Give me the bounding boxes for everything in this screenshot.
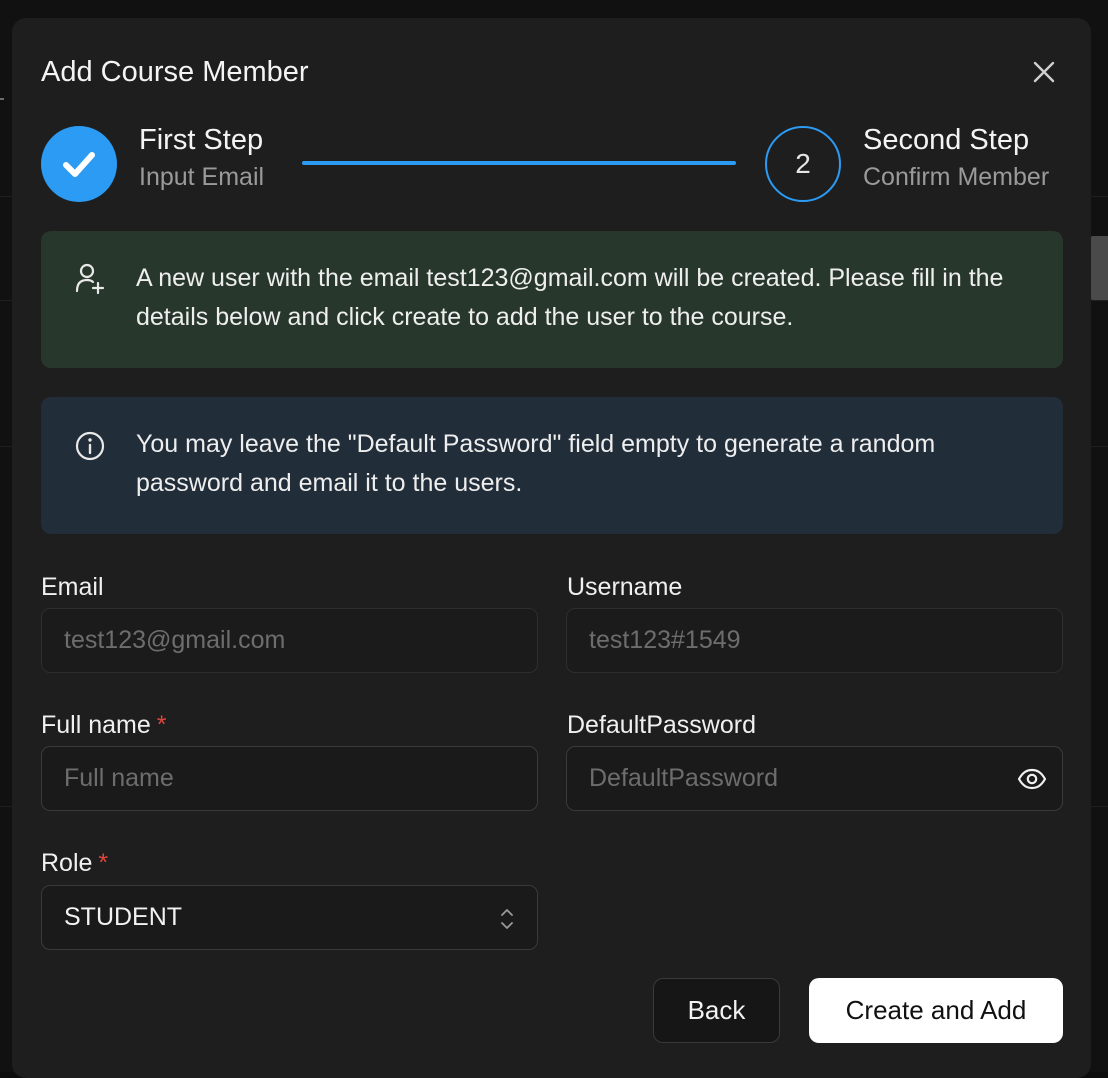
user-plus-icon: [73, 262, 107, 296]
step-number: 2: [795, 148, 811, 179]
default-password-field[interactable]: [566, 746, 1063, 811]
role-label-text: Role: [41, 849, 93, 877]
step-title: Second Step: [863, 124, 1030, 156]
step-active-indicator: 2: [765, 126, 841, 202]
required-mark: *: [156, 711, 167, 739]
alert-message: A new user with the email test123@gmail.…: [136, 264, 1004, 331]
info-circle-icon: [73, 429, 107, 463]
background-fragment: [0, 98, 4, 100]
chevron-up-down-icon: [501, 909, 513, 929]
alert-message: You may leave the "Default Password" fie…: [136, 430, 936, 497]
close-button[interactable]: [1029, 57, 1059, 87]
password-info-alert: You may leave the "Default Password" fie…: [41, 397, 1063, 534]
role-select-value: STUDENT: [64, 903, 183, 931]
step-connector: [302, 161, 736, 165]
username-field[interactable]: [566, 608, 1063, 673]
full-name-label-text: Full name: [41, 711, 151, 739]
step-subtitle: Input Email: [139, 163, 265, 191]
close-icon: [1033, 61, 1055, 83]
step-completed-indicator: [41, 126, 117, 202]
username-label: Username: [567, 573, 683, 601]
email-field[interactable]: [41, 608, 538, 673]
create-and-add-button[interactable]: Create and Add: [809, 978, 1063, 1043]
email-label: Email: [41, 573, 104, 601]
background-fragment: [1090, 236, 1108, 300]
full-name-field[interactable]: [41, 746, 538, 811]
step-subtitle: Confirm Member: [863, 163, 1050, 191]
add-course-member-dialog: Add Course Member First Step Input Email…: [12, 18, 1091, 1078]
checkmark-icon: [63, 152, 95, 177]
eye-icon: [1017, 768, 1047, 790]
default-password-label: DefaultPassword: [567, 711, 756, 739]
full-name-label: Full name *: [41, 711, 167, 740]
dialog-title: Add Course Member: [41, 56, 309, 88]
step-title: First Step: [139, 124, 264, 156]
back-button[interactable]: Back: [653, 978, 780, 1043]
new-user-alert: A new user with the email test123@gmail.…: [41, 231, 1063, 368]
required-mark: *: [98, 849, 109, 877]
role-label: Role *: [41, 849, 108, 878]
toggle-password-visibility-button[interactable]: [1015, 764, 1049, 794]
role-select[interactable]: STUDENT: [41, 885, 538, 950]
